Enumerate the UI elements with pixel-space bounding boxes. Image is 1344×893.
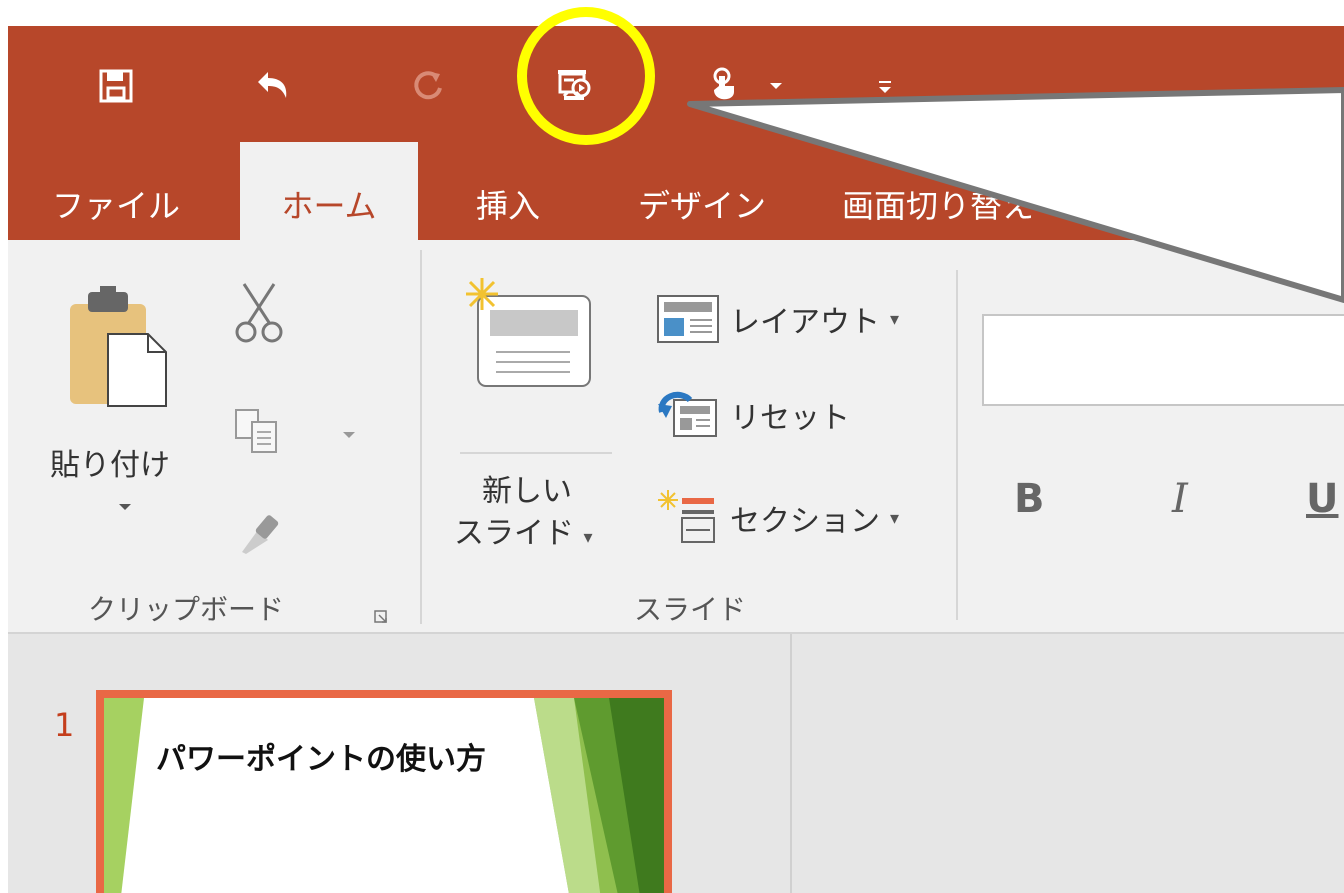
- section-button[interactable]: セクション ▾: [656, 488, 899, 548]
- chevron-down-icon: ▾: [583, 527, 593, 548]
- italic-button[interactable]: I: [1172, 476, 1188, 522]
- slideshow-from-beginning-icon: [558, 70, 591, 100]
- split-separator: [460, 452, 612, 454]
- chevron-down-icon[interactable]: [342, 430, 356, 440]
- ribbon-home: 貼り付け クリップボード 新しい スライド ▾ レイアウト ▾ リセット セクシ…: [8, 240, 1344, 634]
- layout-icon: [657, 295, 719, 343]
- cut-icon[interactable]: [234, 280, 284, 344]
- new-slide-label-line2[interactable]: スライド ▾: [454, 508, 593, 552]
- section-icon: [658, 490, 715, 543]
- new-slide-button[interactable]: [458, 270, 608, 420]
- slide-number: 1: [54, 706, 75, 744]
- customize-toolbar-icon: [879, 81, 891, 93]
- new-slide-icon: [466, 278, 591, 387]
- customize-toolbar-button[interactable]: [860, 56, 910, 116]
- undo-icon: [258, 72, 287, 98]
- save-icon: [99, 69, 133, 103]
- save-button[interactable]: [86, 56, 146, 116]
- paste-button[interactable]: [48, 280, 168, 460]
- paste-label[interactable]: 貼り付け: [50, 440, 170, 484]
- chevron-down-icon: [770, 83, 782, 89]
- font-name-input[interactable]: [982, 314, 1344, 406]
- paste-icon: [70, 286, 167, 407]
- slide-thumbnails-pane: 1 パワーポイントの使い方: [8, 634, 792, 893]
- reset-icon: [658, 391, 717, 437]
- group-separator: [956, 270, 958, 620]
- chevron-down-icon: ▾: [890, 507, 900, 529]
- powerpoint-window: ファイル ホーム 挿入 デザイン 画面切り替え 貼り付け クリップボード 新しい…: [8, 26, 1344, 893]
- dialog-launcher-icon[interactable]: [374, 610, 390, 626]
- copy-icon[interactable]: [234, 408, 280, 454]
- quick-access-toolbar: [8, 26, 1344, 142]
- touch-mode-icon: [713, 67, 734, 100]
- reset-button[interactable]: リセット: [656, 390, 850, 440]
- start-slideshow-button[interactable]: [544, 56, 604, 116]
- touch-mode-dropdown[interactable]: [756, 56, 796, 116]
- undo-button[interactable]: [242, 56, 302, 116]
- redo-button[interactable]: [398, 56, 458, 116]
- redo-icon: [414, 71, 442, 100]
- touch-mode-button[interactable]: [694, 56, 754, 116]
- underline-button[interactable]: U: [1306, 476, 1338, 522]
- group-separator: [420, 250, 422, 624]
- slide-thumbnail[interactable]: パワーポイントの使い方: [96, 690, 672, 893]
- chevron-down-icon: ▾: [890, 308, 900, 330]
- slide-title: パワーポイントの使い方: [156, 742, 486, 777]
- layout-button[interactable]: レイアウト ▾: [656, 294, 899, 344]
- bold-button[interactable]: B: [1014, 476, 1045, 522]
- format-painter-icon[interactable]: [238, 508, 286, 556]
- slides-group-label: スライド: [634, 593, 747, 626]
- slide-design-decoration: [104, 698, 664, 893]
- new-slide-label-line1[interactable]: 新しい: [482, 466, 572, 510]
- chevron-down-icon[interactable]: [118, 502, 132, 512]
- clipboard-group-label: クリップボード: [88, 593, 285, 626]
